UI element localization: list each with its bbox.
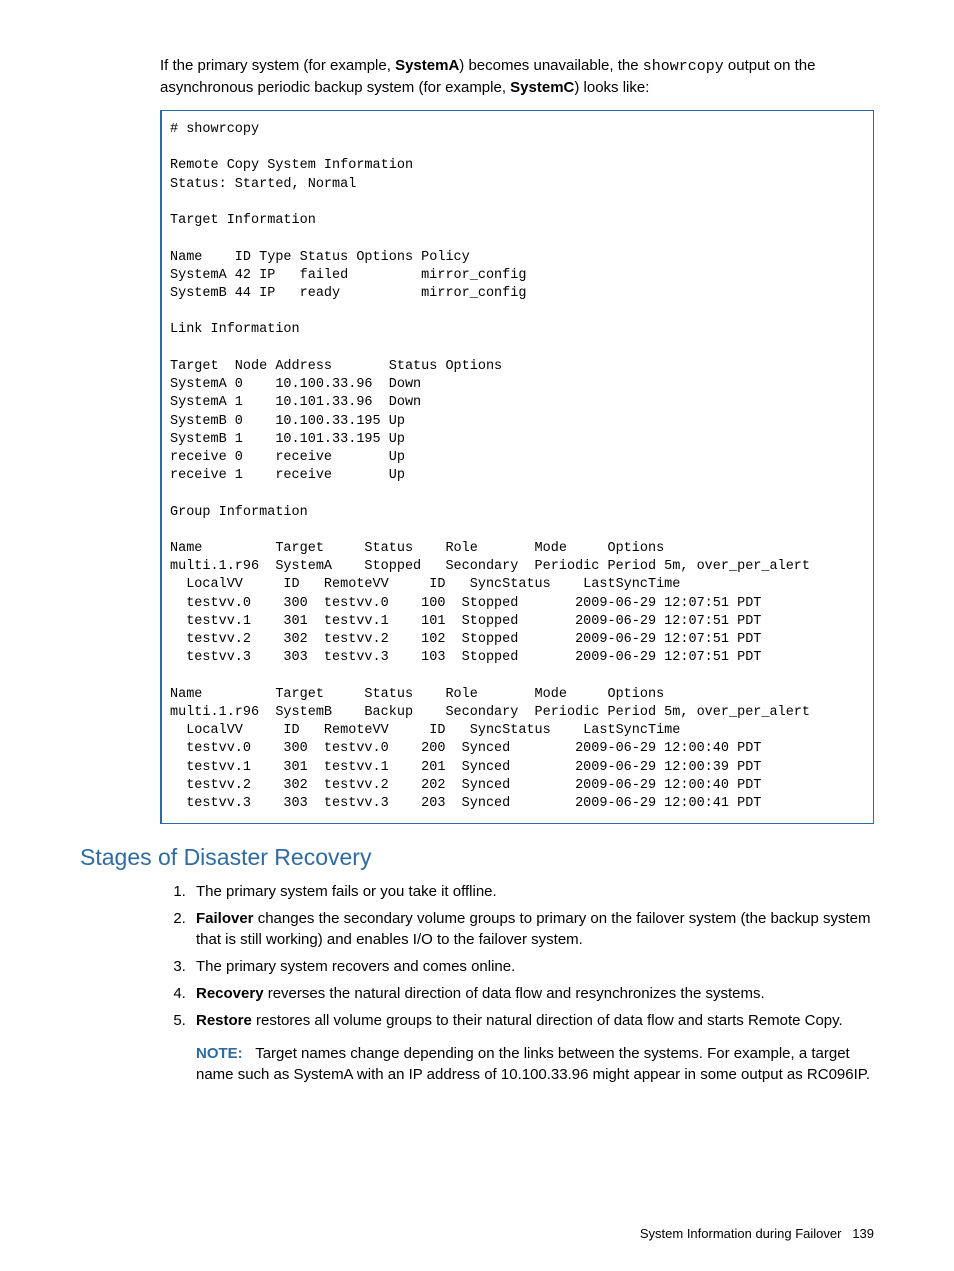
code-container: # showrcopy Remote Copy System Informati… bbox=[160, 110, 874, 824]
page-footer: System Information during Failover 139 bbox=[640, 1226, 874, 1241]
step-keyword: Recovery bbox=[196, 985, 264, 1002]
steps-container: The primary system fails or you take it … bbox=[160, 881, 874, 1085]
step-4: Recovery reverses the natural direction … bbox=[190, 983, 874, 1004]
intro-paragraph: If the primary system (for example, Syst… bbox=[160, 55, 874, 98]
intro-text: ) looks like: bbox=[574, 79, 649, 96]
note-block: NOTE: Target names change depending on t… bbox=[196, 1043, 874, 1085]
footer-title: System Information during Failover bbox=[640, 1226, 842, 1241]
footer-page-number: 139 bbox=[852, 1226, 874, 1241]
step-keyword: Failover bbox=[196, 910, 254, 927]
step-text: restores all volume groups to their natu… bbox=[252, 1012, 843, 1029]
step-1: The primary system fails or you take it … bbox=[190, 881, 874, 902]
intro-systemc: SystemC bbox=[510, 79, 574, 96]
step-2: Failover changes the secondary volume gr… bbox=[190, 908, 874, 950]
step-3: The primary system recovers and comes on… bbox=[190, 956, 874, 977]
page-content: If the primary system (for example, Syst… bbox=[0, 0, 954, 1085]
step-text: The primary system fails or you take it … bbox=[196, 883, 497, 900]
intro-text: If the primary system (for example, bbox=[160, 57, 395, 74]
step-keyword: Restore bbox=[196, 1012, 252, 1029]
note-label: NOTE: bbox=[196, 1045, 243, 1062]
step-text: reverses the natural direction of data f… bbox=[264, 985, 765, 1002]
intro-systema: SystemA bbox=[395, 57, 459, 74]
note-text: Target names change depending on the lin… bbox=[196, 1045, 870, 1083]
intro-text: ) becomes unavailable, the bbox=[459, 57, 642, 74]
step-text: The primary system recovers and comes on… bbox=[196, 958, 515, 975]
recovery-steps: The primary system fails or you take it … bbox=[160, 881, 874, 1031]
showrcopy-output: # showrcopy Remote Copy System Informati… bbox=[160, 110, 874, 824]
intro-showrcopy: showrcopy bbox=[643, 58, 724, 75]
step-5: Restore restores all volume groups to th… bbox=[190, 1010, 874, 1031]
step-text: changes the secondary volume groups to p… bbox=[196, 910, 871, 948]
section-heading: Stages of Disaster Recovery bbox=[80, 844, 874, 871]
